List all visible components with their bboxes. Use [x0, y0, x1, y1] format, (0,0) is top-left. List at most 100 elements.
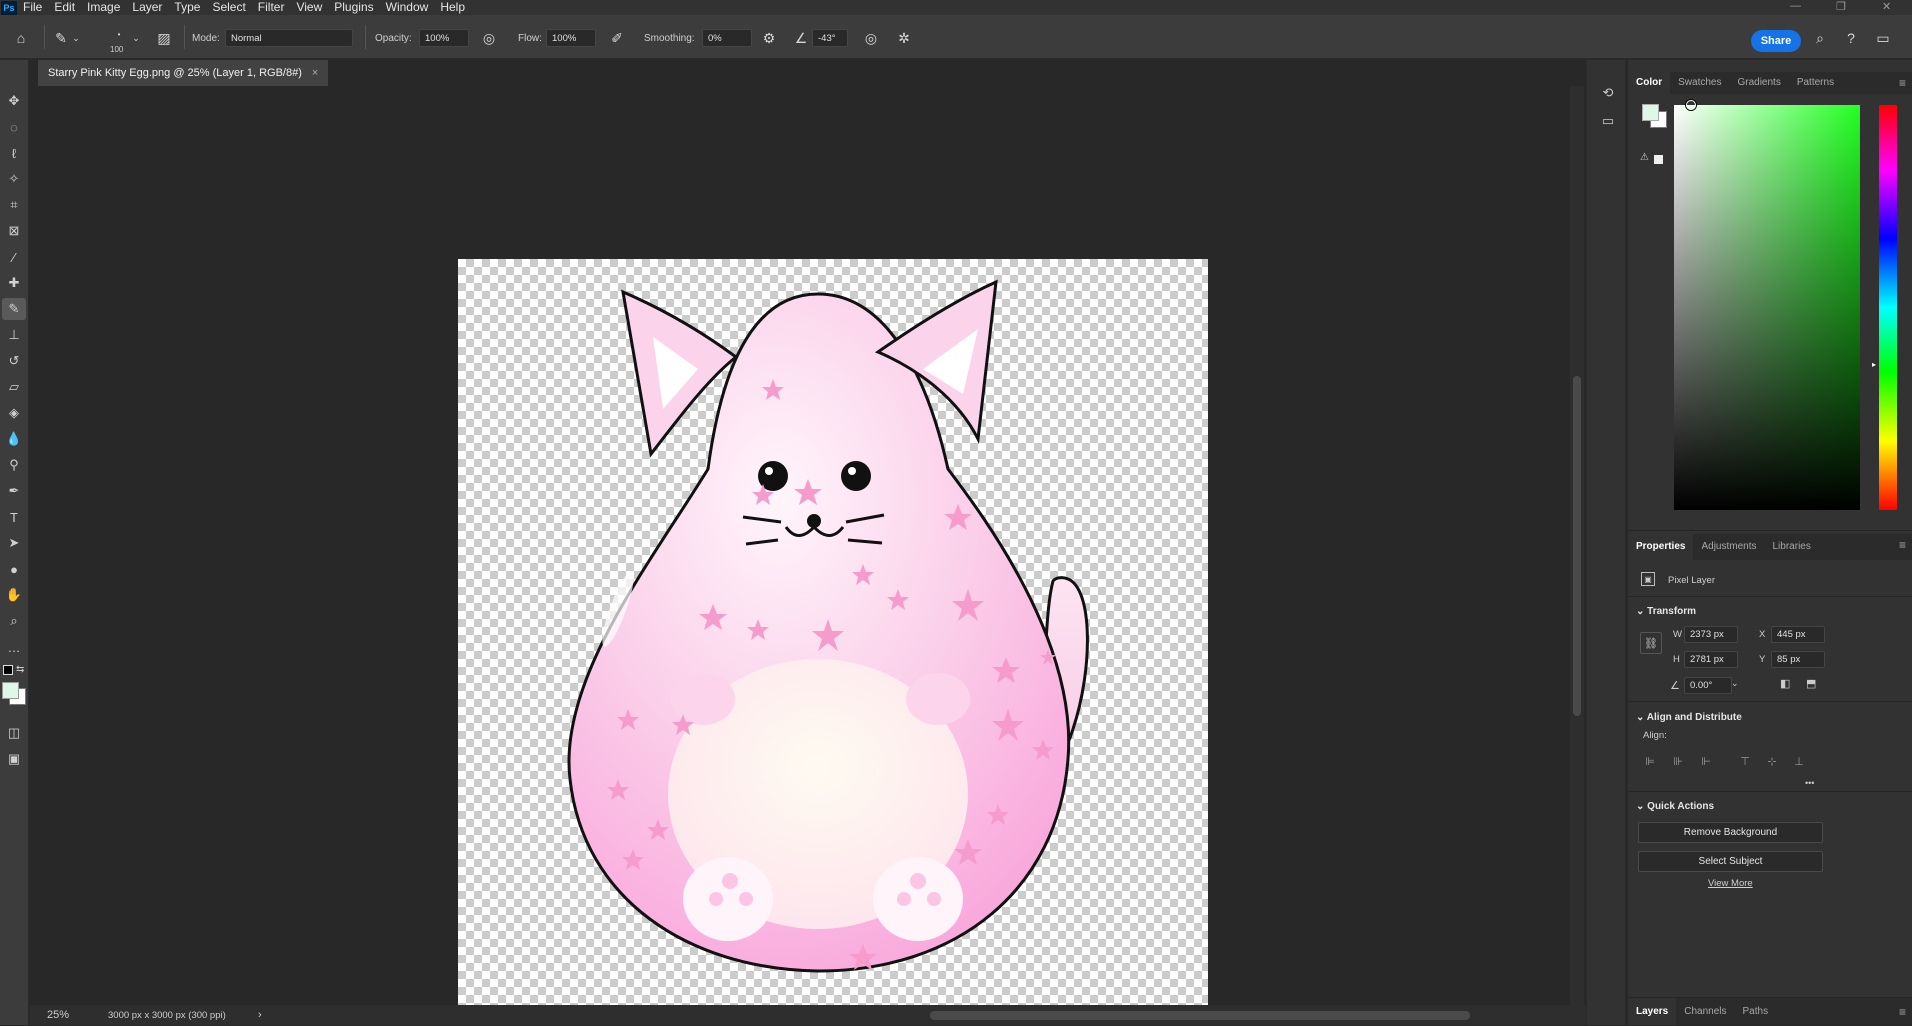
- flip-vertical-icon[interactable]: ⬒: [1806, 677, 1816, 690]
- path-selection-tool-icon[interactable]: ➤: [2, 532, 26, 554]
- move-tool-icon[interactable]: ✥: [2, 90, 26, 112]
- menu-filter[interactable]: Filter: [252, 0, 291, 15]
- menu-plugins[interactable]: Plugins: [328, 0, 379, 15]
- chevron-down-icon[interactable]: ⌄: [1731, 678, 1739, 689]
- panel-foreground-swatch[interactable]: [1642, 104, 1659, 121]
- document-tab[interactable]: Starry Pink Kitty Egg.png @ 25% (Layer 1…: [38, 60, 329, 86]
- home-icon[interactable]: ⌂: [10, 27, 32, 49]
- history-brush-tool-icon[interactable]: ↺: [2, 350, 26, 372]
- canvas-area[interactable]: [30, 86, 1316, 1009]
- chevron-down-icon[interactable]: ⌄: [130, 27, 142, 49]
- brush-settings-icon[interactable]: ▨: [153, 27, 175, 49]
- quick-mask-icon[interactable]: ◫: [2, 722, 26, 744]
- link-icon[interactable]: ⛓: [1640, 632, 1662, 654]
- symmetry-icon[interactable]: ✲: [893, 27, 915, 49]
- flip-horizontal-icon[interactable]: ◧: [1780, 677, 1790, 690]
- more-tools-icon[interactable]: …: [2, 636, 26, 658]
- horizontal-scroll-thumb[interactable]: [930, 1011, 1470, 1020]
- frame-tool-icon[interactable]: ⊠: [2, 220, 26, 242]
- pen-tool-icon[interactable]: ✒: [2, 480, 26, 502]
- horizontal-scrollbar[interactable]: [280, 1005, 1590, 1025]
- tab-layers[interactable]: Layers: [1628, 998, 1677, 1025]
- height-input[interactable]: 2781 px: [1684, 651, 1738, 668]
- type-tool-icon[interactable]: T: [2, 506, 26, 528]
- share-button[interactable]: Share: [1751, 30, 1801, 52]
- screen-mode-icon[interactable]: ▣: [2, 748, 26, 770]
- gear-icon[interactable]: ⚙: [758, 27, 780, 49]
- view-more-link[interactable]: View More: [1708, 878, 1753, 889]
- lasso-tool-icon[interactable]: ℓ: [2, 142, 26, 164]
- menu-type[interactable]: Type: [168, 0, 206, 15]
- color-picker-cursor[interactable]: [1686, 100, 1696, 110]
- panel-menu-icon[interactable]: ≡: [1899, 538, 1906, 552]
- align-left-icon[interactable]: ⊫: [1642, 753, 1658, 769]
- zoom-tool-icon[interactable]: ⌕: [2, 610, 26, 632]
- minimize-button[interactable]: —: [1790, 0, 1801, 12]
- document-canvas[interactable]: [458, 259, 1208, 1009]
- comments-panel-icon[interactable]: ▭: [1599, 112, 1617, 130]
- menu-select[interactable]: Select: [206, 0, 251, 15]
- close-window-button[interactable]: ✕: [1882, 0, 1891, 13]
- web-safe-icon[interactable]: [1654, 155, 1663, 164]
- width-input[interactable]: 2373 px: [1684, 626, 1738, 643]
- restore-button[interactable]: ❐: [1836, 0, 1846, 13]
- panel-menu-icon[interactable]: ≡: [1899, 76, 1906, 90]
- tab-patterns[interactable]: Patterns: [1789, 72, 1842, 94]
- x-input[interactable]: 445 px: [1771, 626, 1825, 643]
- zoom-level[interactable]: 25%: [47, 1009, 69, 1021]
- help-icon[interactable]: ?: [1840, 27, 1862, 49]
- align-section[interactable]: ⌄ Align and Distribute: [1636, 712, 1742, 723]
- align-top-icon[interactable]: ⊤: [1737, 753, 1753, 769]
- flow-input[interactable]: 100%: [546, 29, 596, 47]
- tab-adjustments[interactable]: Adjustments: [1693, 534, 1764, 560]
- menu-edit[interactable]: Edit: [48, 0, 81, 15]
- search-icon[interactable]: ⌕: [1809, 27, 1831, 49]
- transform-section[interactable]: ⌄ Transform: [1636, 606, 1696, 617]
- brush-tool-icon[interactable]: ✎: [2, 298, 26, 320]
- opacity-input[interactable]: 100%: [419, 29, 469, 47]
- gamut-warning-icon[interactable]: ⚠: [1640, 152, 1649, 163]
- hue-slider[interactable]: [1879, 105, 1897, 510]
- brush-preset-icon[interactable]: ✎: [50, 27, 72, 49]
- chevron-down-icon[interactable]: ⌄: [70, 27, 82, 49]
- mode-select[interactable]: Normal: [225, 29, 353, 47]
- align-middle-icon[interactable]: ⊹: [1764, 753, 1780, 769]
- align-center-icon[interactable]: ⊪: [1670, 753, 1686, 769]
- rotation-input[interactable]: 0.00°: [1684, 677, 1732, 694]
- menu-layer[interactable]: Layer: [126, 0, 168, 15]
- tab-channels[interactable]: Channels: [1676, 998, 1734, 1025]
- y-input[interactable]: 85 px: [1771, 651, 1825, 668]
- tab-libraries[interactable]: Libraries: [1765, 534, 1819, 560]
- hand-tool-icon[interactable]: ✋: [2, 584, 26, 606]
- align-right-icon[interactable]: ⊩: [1698, 753, 1714, 769]
- menu-view[interactable]: View: [290, 0, 328, 15]
- tab-color[interactable]: Color: [1628, 72, 1671, 94]
- tab-paths[interactable]: Paths: [1735, 998, 1777, 1025]
- menu-file[interactable]: File: [17, 0, 48, 15]
- pressure-opacity-icon[interactable]: ◎: [478, 27, 500, 49]
- angle-input[interactable]: -43°: [812, 29, 848, 47]
- menu-help[interactable]: Help: [434, 0, 471, 15]
- paint-bucket-tool-icon[interactable]: ◈: [2, 402, 26, 424]
- airbrush-icon[interactable]: ✐: [606, 27, 628, 49]
- ellipse-tool-icon[interactable]: ●: [2, 558, 26, 580]
- smoothing-input[interactable]: 0%: [702, 29, 752, 47]
- status-menu-arrow[interactable]: ›: [258, 1009, 262, 1021]
- quick-actions-section[interactable]: ⌄ Quick Actions: [1636, 801, 1714, 812]
- eyedropper-tool-icon[interactable]: ⁄: [2, 246, 26, 268]
- menu-window[interactable]: Window: [380, 0, 435, 15]
- select-subject-button[interactable]: Select Subject: [1638, 851, 1823, 872]
- default-colors-icon[interactable]: [3, 665, 13, 675]
- close-tab-icon[interactable]: ×: [312, 67, 318, 79]
- pressure-size-icon[interactable]: ◎: [860, 27, 882, 49]
- swap-colors-icon[interactable]: ⇆: [16, 664, 24, 675]
- history-panel-icon[interactable]: ⟲: [1599, 84, 1617, 102]
- crop-tool-icon[interactable]: ⌗: [2, 194, 26, 216]
- eraser-tool-icon[interactable]: ▱: [2, 376, 26, 398]
- hue-slider-handle[interactable]: ▸: [1872, 360, 1876, 369]
- clone-stamp-tool-icon[interactable]: ⊥: [2, 324, 26, 346]
- dodge-tool-icon[interactable]: ⚲: [2, 454, 26, 476]
- foreground-color-swatch[interactable]: [2, 682, 19, 699]
- more-options-icon[interactable]: •••: [1805, 778, 1814, 788]
- vertical-scroll-thumb[interactable]: [1573, 376, 1581, 716]
